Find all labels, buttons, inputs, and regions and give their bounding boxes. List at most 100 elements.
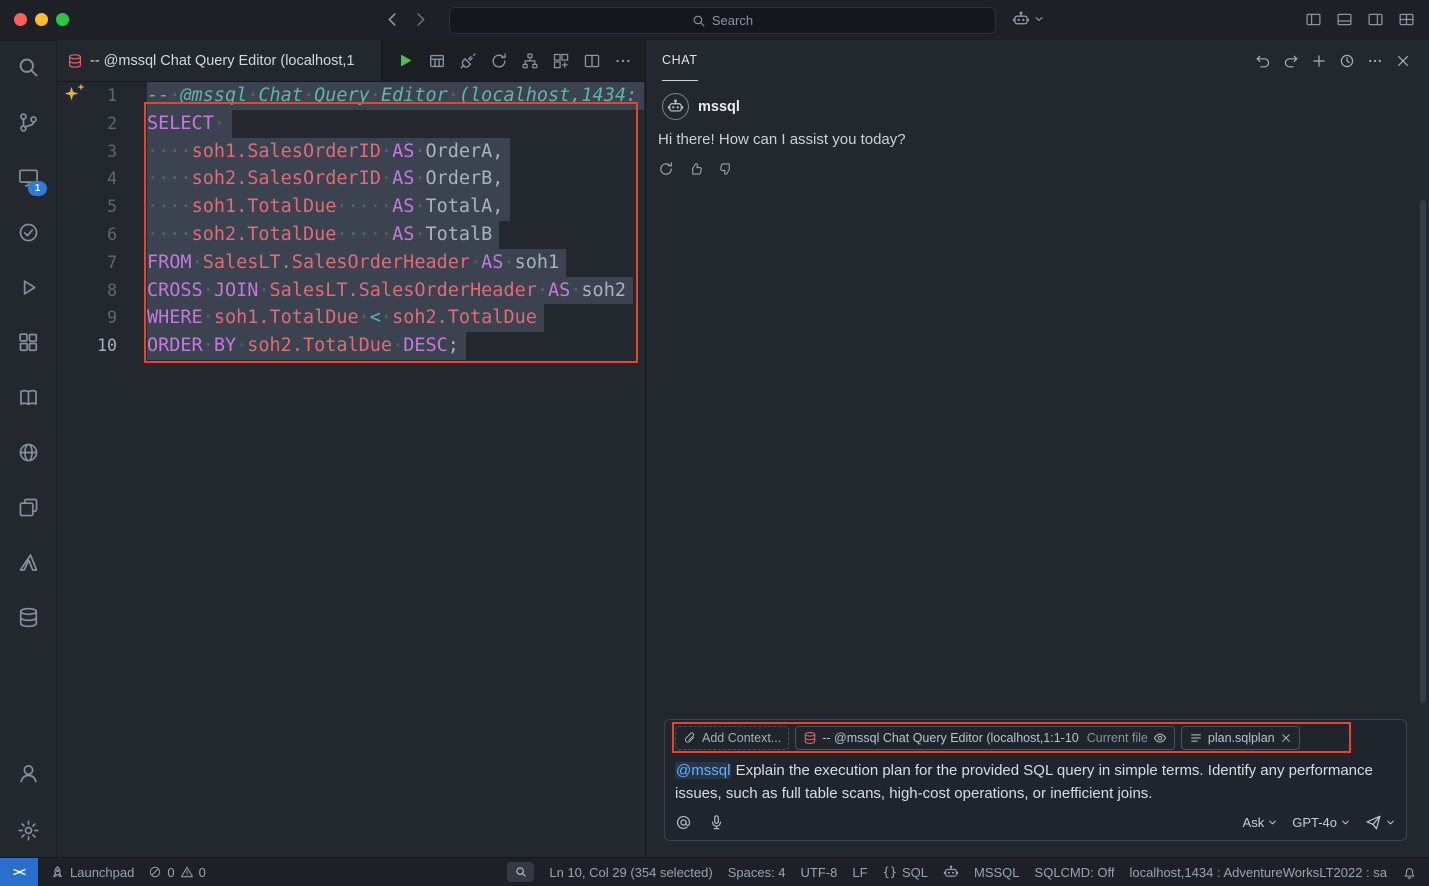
- copilot-menu-button[interactable]: [1012, 10, 1045, 28]
- back-icon[interactable]: [384, 11, 401, 28]
- results-grid-icon[interactable]: [428, 52, 446, 70]
- window-controls: [14, 13, 69, 26]
- mssql-status[interactable]: MSSQL: [974, 865, 1020, 880]
- indentation[interactable]: Spaces: 4: [728, 865, 786, 880]
- database-icon: [67, 53, 83, 69]
- activity-mssql[interactable]: [0, 590, 56, 645]
- estimated-plan-icon[interactable]: [521, 52, 539, 70]
- query-toolbar: [396, 40, 632, 81]
- mic-icon[interactable]: [708, 814, 725, 831]
- activity-search[interactable]: [0, 40, 56, 95]
- errors-icon: [148, 865, 162, 879]
- line-number: 4: [57, 165, 117, 193]
- eye-icon[interactable]: [1153, 731, 1167, 745]
- activity-docs[interactable]: [0, 370, 56, 425]
- activity-azure[interactable]: [0, 535, 56, 590]
- tab-chat[interactable]: CHAT: [662, 40, 698, 81]
- line-number: 9: [57, 304, 117, 332]
- activity-github[interactable]: [0, 425, 56, 480]
- activity-settings[interactable]: [0, 803, 56, 858]
- source-control-icon: [17, 111, 40, 134]
- thumbs-down-icon[interactable]: [718, 161, 734, 177]
- activity-tasks[interactable]: [0, 205, 56, 260]
- minimize-window-button[interactable]: [35, 13, 48, 26]
- more-icon[interactable]: [1367, 53, 1383, 69]
- split-editor-icon[interactable]: [583, 52, 601, 70]
- errors-count: 0: [167, 865, 174, 880]
- actual-plan-icon[interactable]: [552, 52, 570, 70]
- activity-bar: 1: [0, 40, 57, 858]
- model-dropdown[interactable]: GPT-4o: [1292, 815, 1351, 830]
- history-icon[interactable]: [1339, 53, 1355, 69]
- add-context-button[interactable]: Add Context...: [675, 726, 789, 750]
- remote-indicator[interactable]: ><: [0, 858, 38, 886]
- chat-message-header: mssql: [658, 93, 1409, 120]
- run-query-icon[interactable]: [396, 51, 415, 70]
- new-chat-icon[interactable]: [1311, 53, 1327, 69]
- at-icon[interactable]: [675, 814, 692, 831]
- warnings-icon: [180, 865, 194, 879]
- editor-tab[interactable]: -- @mssql Chat Query Editor (localhost,1: [57, 40, 382, 81]
- activity-windows[interactable]: [0, 480, 56, 535]
- bell-icon[interactable]: [1402, 865, 1417, 880]
- close-icon[interactable]: [1280, 732, 1292, 744]
- context-chip-sqlplan[interactable]: plan.sqlplan: [1181, 726, 1300, 750]
- regenerate-icon[interactable]: [658, 161, 674, 177]
- robot-icon: [667, 98, 684, 115]
- context-chip-current-file[interactable]: -- @mssql Chat Query Editor (localhost,1…: [795, 726, 1175, 750]
- language-mode[interactable]: {} SQL: [883, 865, 928, 880]
- thumbs-up-icon[interactable]: [688, 161, 704, 177]
- change-connection-icon[interactable]: [490, 52, 508, 70]
- zoom-indicator[interactable]: [507, 862, 534, 882]
- activity-remote-explorer[interactable]: 1: [0, 150, 56, 205]
- chevron-down-icon: [1033, 13, 1045, 25]
- close-icon[interactable]: [1395, 53, 1411, 69]
- sqlcmd-status[interactable]: SQLCMD: Off: [1035, 865, 1115, 880]
- line-number: 2: [57, 110, 117, 138]
- toggle-sidebar-right-icon[interactable]: [1367, 11, 1384, 28]
- maximize-window-button[interactable]: [56, 13, 69, 26]
- mode-dropdown[interactable]: Ask: [1243, 815, 1279, 830]
- activity-extensions[interactable]: [0, 315, 56, 370]
- tab-bar: -- @mssql Chat Query Editor (localhost,1: [57, 40, 645, 82]
- copilot-status-icon[interactable]: [943, 864, 959, 880]
- search-icon: [17, 56, 40, 79]
- disconnect-icon[interactable]: [459, 52, 477, 70]
- line-number: 10: [57, 332, 117, 360]
- send-button[interactable]: [1365, 814, 1396, 831]
- chat-scrollbar[interactable]: [1420, 200, 1426, 703]
- cursor-position[interactable]: Ln 10, Col 29 (354 selected): [549, 865, 712, 880]
- forward-icon[interactable]: [412, 11, 429, 28]
- toggle-sidebar-left-icon[interactable]: [1305, 11, 1322, 28]
- activity-source-control[interactable]: [0, 95, 56, 150]
- run-debug-icon: [17, 276, 40, 299]
- gutter: 12345678910: [57, 82, 147, 360]
- launchpad-item[interactable]: Launchpad: [50, 865, 134, 880]
- status-right: Ln 10, Col 29 (354 selected) Spaces: 4 U…: [507, 862, 1417, 882]
- redo-icon[interactable]: [1283, 53, 1299, 69]
- undo-icon[interactable]: [1255, 53, 1271, 69]
- code-line: FROM·SalesLT.SalesOrderHeader·AS·soh1: [147, 249, 645, 277]
- title-bar: Search: [0, 0, 1429, 41]
- close-window-button[interactable]: [14, 13, 27, 26]
- code-line: ····soh2.TotalDue·····AS·TotalB: [147, 221, 645, 249]
- chat-input-text[interactable]: @mssql Explain the execution plan for th…: [675, 759, 1396, 805]
- encoding[interactable]: UTF-8: [801, 865, 838, 880]
- more-actions-icon[interactable]: [614, 52, 632, 70]
- chat-header-actions: [1255, 53, 1411, 69]
- chat-panel: CHAT mssql Hi there! How can I: [646, 40, 1429, 858]
- toggle-panel-icon[interactable]: [1336, 11, 1353, 28]
- chevron-down-icon: [1385, 817, 1396, 828]
- activity-run-debug[interactable]: [0, 260, 56, 315]
- line-number: 6: [57, 221, 117, 249]
- command-center-search[interactable]: Search: [449, 7, 996, 34]
- mention-chip[interactable]: @mssql: [675, 762, 731, 779]
- message-actions: [658, 161, 1409, 177]
- activity-account[interactable]: [0, 746, 56, 801]
- eol[interactable]: LF: [852, 865, 867, 880]
- connection-status[interactable]: localhost,1434 : AdventureWorksLT2022 : …: [1129, 865, 1387, 880]
- code-editor[interactable]: 12345678910 --·@mssql·Chat·Query·Editor·…: [57, 82, 645, 858]
- problems-item[interactable]: 0 0: [148, 865, 205, 880]
- azure-icon: [17, 551, 40, 574]
- customize-layout-icon[interactable]: [1398, 11, 1415, 28]
